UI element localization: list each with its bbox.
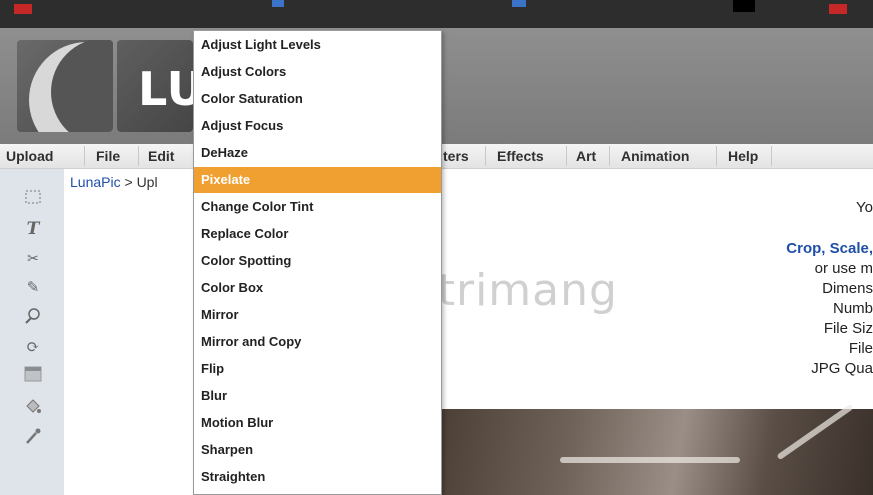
fill-bucket-icon[interactable] xyxy=(22,397,44,417)
menu-help[interactable]: Help xyxy=(728,148,758,164)
eyedropper-icon[interactable] xyxy=(22,427,44,447)
info-text: JPG Qua xyxy=(811,360,873,377)
menu-item-straighten[interactable]: Straighten xyxy=(194,464,441,490)
select-icon[interactable] xyxy=(22,189,44,209)
blue-marker xyxy=(512,0,526,7)
menu-item-replace-color[interactable]: Replace Color xyxy=(194,221,441,247)
menu-separator xyxy=(138,146,139,166)
menu-item-color-saturation[interactable]: Color Saturation xyxy=(194,86,441,112)
photo-preview xyxy=(440,403,873,495)
scissors-icon[interactable]: ✂ xyxy=(22,249,44,269)
adjust-dropdown-menu: Adjust Light Levels Adjust Colors Color … xyxy=(193,30,442,495)
gradient-icon[interactable] xyxy=(22,366,44,386)
red-marker xyxy=(14,4,32,14)
breadcrumb-separator: > xyxy=(120,174,137,190)
pencil-icon[interactable]: ✎ xyxy=(22,277,44,297)
photo-highlight xyxy=(776,403,854,461)
menu-separator xyxy=(771,146,772,166)
menu-separator xyxy=(566,146,567,166)
tool-palette: T ✂ ✎ ⟳ xyxy=(0,169,64,495)
info-text: Dimens xyxy=(822,280,873,297)
zoom-icon[interactable] xyxy=(22,307,44,327)
menu-upload[interactable]: Upload xyxy=(6,148,53,164)
info-text: Numb xyxy=(832,300,873,317)
photo-highlight xyxy=(560,457,740,463)
top-bar xyxy=(0,0,873,28)
breadcrumb-current: Upl xyxy=(136,174,158,190)
menu-file[interactable]: File xyxy=(96,148,120,164)
menu-item-blur[interactable]: Blur xyxy=(194,383,441,409)
menu-separator xyxy=(485,146,486,166)
menu-filters[interactable]: ters xyxy=(443,148,469,164)
info-text: File xyxy=(848,340,873,357)
black-marker xyxy=(733,0,755,12)
menu-animation[interactable]: Animation xyxy=(621,148,689,164)
menu-item-mirror[interactable]: Mirror xyxy=(194,302,441,328)
menu-item-flip[interactable]: Flip xyxy=(194,356,441,382)
logo-moon[interactable] xyxy=(17,40,113,132)
text-icon[interactable]: T xyxy=(22,219,44,239)
menu-effects[interactable]: Effects xyxy=(497,148,544,164)
blue-marker xyxy=(272,0,284,7)
menu-item-motion-blur[interactable]: Motion Blur xyxy=(194,410,441,436)
info-text: Yo xyxy=(856,199,873,216)
breadcrumb: LunaPic > Upl xyxy=(70,174,158,190)
menu-item-adjust-colors[interactable]: Adjust Colors xyxy=(194,59,441,85)
rotate-icon[interactable]: ⟳ xyxy=(22,337,44,357)
red-marker xyxy=(829,4,847,14)
menu-item-color-box[interactable]: Color Box xyxy=(194,275,441,301)
breadcrumb-home-link[interactable]: LunaPic xyxy=(70,174,121,190)
menu-item-change-color-tint[interactable]: Change Color Tint xyxy=(194,194,441,220)
menu-separator xyxy=(716,146,717,166)
menu-separator xyxy=(84,146,85,166)
menu-item-adjust-focus[interactable]: Adjust Focus xyxy=(194,113,441,139)
crop-scale-link[interactable]: Crop, Scale, xyxy=(786,240,873,257)
menu-item-pixelate[interactable]: Pixelate xyxy=(194,167,441,193)
menu-item-color-spotting[interactable]: Color Spotting xyxy=(194,248,441,274)
menu-item-sharpen[interactable]: Sharpen xyxy=(194,437,441,463)
info-text: or use m xyxy=(814,260,873,277)
menu-edit[interactable]: Edit xyxy=(148,148,174,164)
menu-separator xyxy=(609,146,610,166)
info-text: File Siz xyxy=(823,320,873,337)
menu-item-adjust-light-levels[interactable]: Adjust Light Levels xyxy=(194,32,441,58)
menu-art[interactable]: Art xyxy=(576,148,596,164)
menu-item-mirror-and-copy[interactable]: Mirror and Copy xyxy=(194,329,441,355)
menu-item-dehaze[interactable]: DeHaze xyxy=(194,140,441,166)
